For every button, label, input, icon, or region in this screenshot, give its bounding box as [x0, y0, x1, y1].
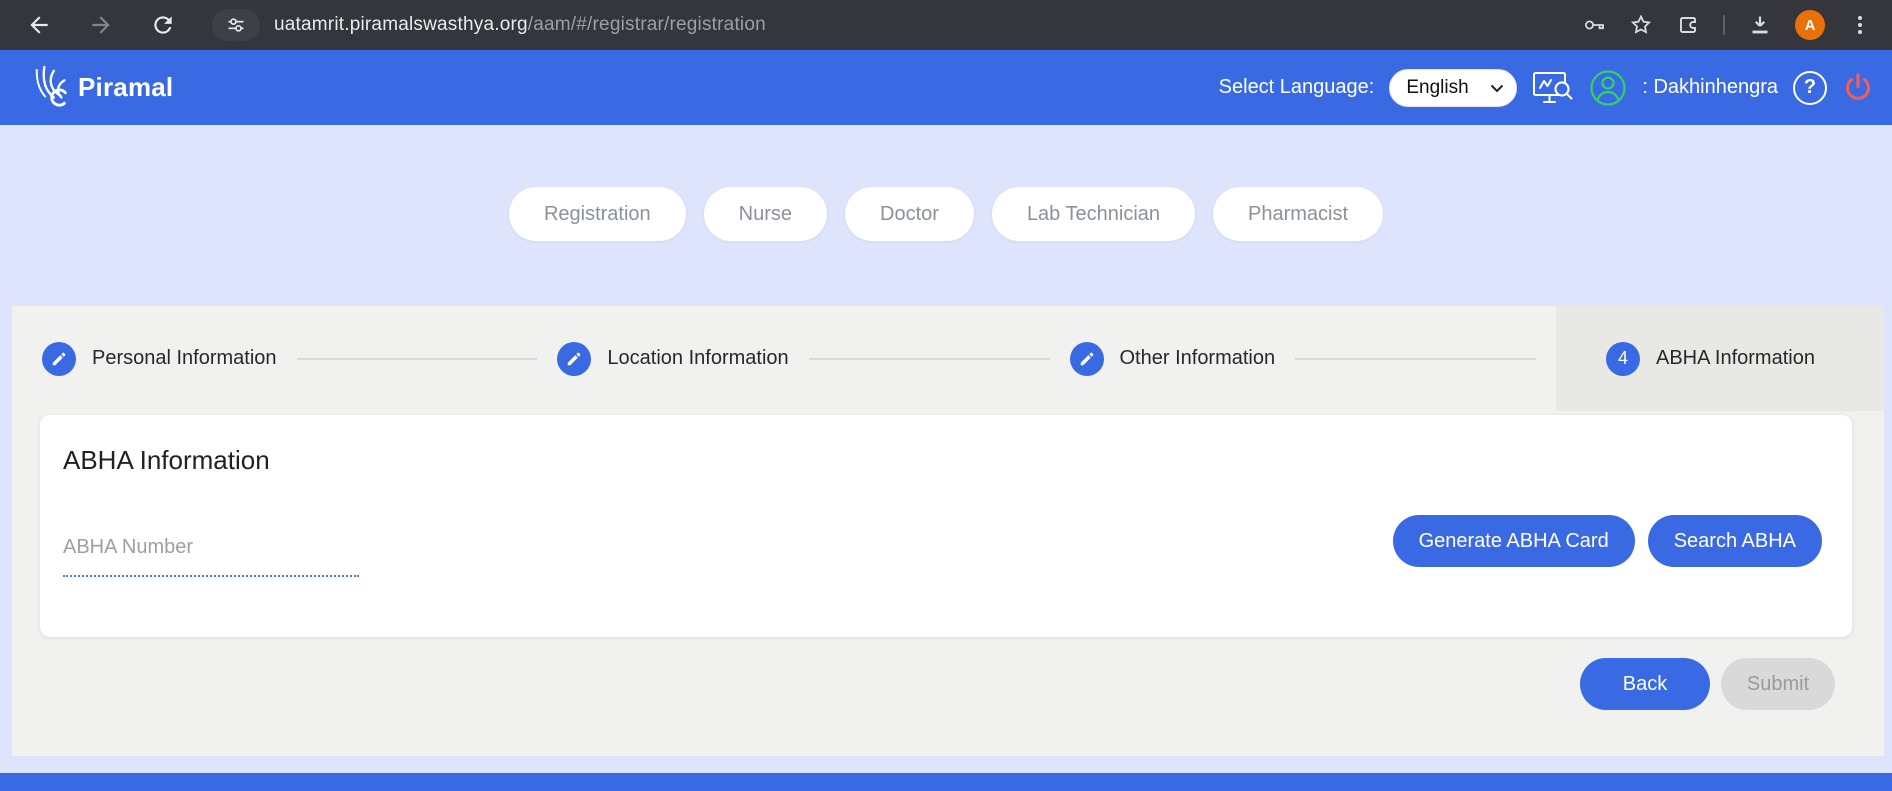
menu-kebab-icon[interactable]: [1848, 13, 1872, 37]
abha-card: ABHA Information Generate ABHA Card Sear…: [40, 415, 1852, 637]
brand-name: Piramal: [78, 72, 173, 103]
search-abha-button[interactable]: Search ABHA: [1648, 515, 1822, 567]
tab-pharmacist[interactable]: Pharmacist: [1213, 187, 1383, 241]
abha-number-input[interactable]: [63, 536, 359, 577]
chevron-down-icon: [1490, 83, 1504, 93]
extensions-icon[interactable]: [1676, 13, 1700, 37]
actions-row: Back Submit: [1580, 658, 1835, 710]
language-label: Select Language:: [1219, 76, 1375, 99]
step-connector: [297, 358, 538, 360]
step-label: Location Information: [607, 347, 788, 370]
pencil-icon: [42, 342, 76, 376]
bookmark-star-icon[interactable]: [1629, 13, 1653, 37]
profile-avatar[interactable]: A: [1795, 10, 1825, 40]
reload-icon[interactable]: [150, 12, 176, 38]
url-path: /aam/#/registrar/registration: [528, 14, 766, 35]
tab-registration[interactable]: Registration: [509, 187, 686, 241]
role-tabs: Registration Nurse Doctor Lab Technician…: [0, 187, 1892, 241]
footer-bar: [0, 773, 1892, 791]
tab-lab-technician[interactable]: Lab Technician: [992, 187, 1195, 241]
power-logout-icon[interactable]: [1842, 71, 1874, 105]
submit-button[interactable]: Submit: [1721, 658, 1835, 710]
forward-icon[interactable]: [88, 12, 114, 38]
content-panel: Personal Information Location Informatio…: [12, 306, 1884, 756]
language-selected-value: English: [1406, 77, 1468, 99]
step-location-information[interactable]: Location Information: [557, 342, 788, 376]
url-domain: uatamrit.piramalswasthya.org: [274, 14, 528, 35]
tab-doctor[interactable]: Doctor: [845, 187, 974, 241]
browser-bar: uatamrit.piramalswasthya.org/aam/#/regis…: [0, 0, 1892, 50]
key-icon[interactable]: [1582, 13, 1606, 37]
tab-nurse[interactable]: Nurse: [704, 187, 827, 241]
app-header: Piramal Select Language: English: [0, 50, 1892, 125]
help-icon[interactable]: ?: [1793, 71, 1827, 105]
back-button[interactable]: Back: [1580, 658, 1710, 710]
card-title: ABHA Information: [63, 445, 270, 476]
abha-card-buttons: Generate ABHA Card Search ABHA: [1393, 515, 1822, 567]
address-bar[interactable]: uatamrit.piramalswasthya.org/aam/#/regis…: [274, 14, 766, 36]
generate-abha-card-button[interactable]: Generate ABHA Card: [1393, 515, 1635, 567]
pencil-icon: [1070, 342, 1104, 376]
stepper: Personal Information Location Informatio…: [12, 306, 1884, 411]
pencil-icon: [557, 342, 591, 376]
step-label: Other Information: [1120, 347, 1276, 370]
user-circle-icon: [1589, 69, 1627, 107]
piramal-logo-icon: [30, 65, 72, 111]
brand-logo[interactable]: Piramal: [30, 65, 173, 111]
site-settings-icon[interactable]: [212, 9, 260, 41]
step-connector: [1295, 358, 1536, 360]
step-other-information[interactable]: Other Information: [1070, 342, 1276, 376]
language-select[interactable]: English: [1389, 69, 1517, 107]
download-icon[interactable]: [1748, 13, 1772, 37]
user-name: : Dakhinhengra: [1642, 76, 1778, 99]
back-icon[interactable]: [26, 12, 52, 38]
step-abha-information[interactable]: 4 ABHA Information: [1556, 306, 1884, 411]
step-label: Personal Information: [92, 347, 277, 370]
toolbar-separator: [1723, 15, 1725, 35]
monitor-search-icon[interactable]: [1532, 70, 1574, 106]
step-label: ABHA Information: [1656, 347, 1815, 370]
step-number: 4: [1618, 348, 1628, 369]
step-connector: [809, 358, 1050, 360]
step-number-badge: 4: [1606, 342, 1640, 376]
step-personal-information[interactable]: Personal Information: [42, 342, 277, 376]
